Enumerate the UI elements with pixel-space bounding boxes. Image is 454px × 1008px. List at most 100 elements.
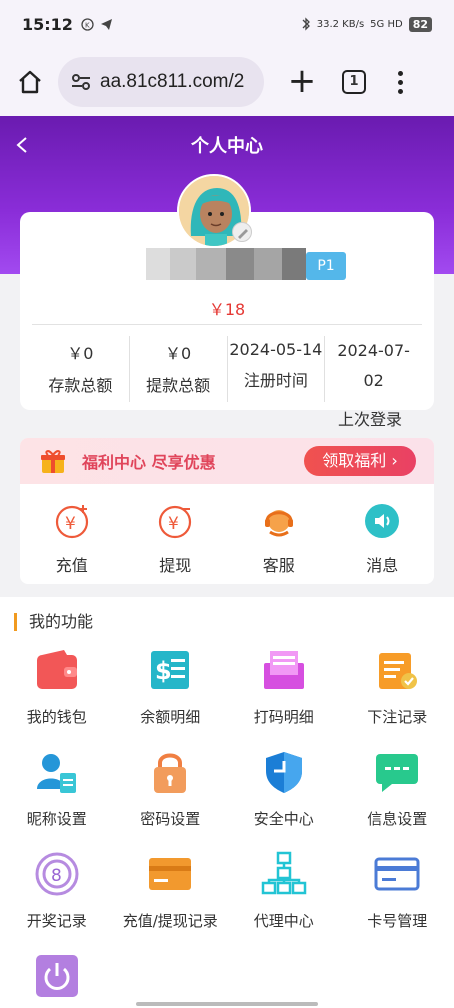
account-balance: ￥18 — [208, 300, 246, 319]
func-agent-center[interactable]: 代理中心 — [230, 851, 337, 930]
my-functions-section: 我的功能 我的钱包 $ 余额明细 打码明细 下注记录 昵称设置 密码设置 安全中… — [0, 597, 454, 1008]
section-title: 我的功能 — [14, 613, 93, 631]
tab-switcher-button[interactable]: 1 — [342, 70, 366, 94]
func-label: 信息设置 — [367, 810, 428, 828]
status-notification-icons: K — [81, 17, 113, 31]
power-icon — [35, 955, 78, 997]
url-text: aa.81c811.com/2 — [100, 71, 245, 92]
stat-deposit-total: ￥0 存款总额 — [32, 336, 130, 402]
bank-card-icon — [374, 857, 420, 891]
stat-value: ￥0 — [165, 344, 192, 363]
svg-text:¥: ¥ — [65, 514, 76, 534]
func-lottery-record[interactable]: 8 开奖记录 — [3, 851, 110, 930]
func-security-center[interactable]: 安全中心 — [230, 749, 337, 828]
chat-icon — [376, 754, 419, 792]
func-label: 我的钱包 — [26, 708, 87, 726]
func-bet-code-detail[interactable]: 打码明细 — [230, 647, 337, 726]
svg-text:K: K — [85, 21, 90, 29]
shield-icon — [265, 752, 302, 793]
svg-text:8: 8 — [51, 866, 62, 886]
bet-record-icon — [379, 653, 418, 689]
withdraw-icon: ¥ — [159, 505, 192, 539]
func-wallet[interactable]: 我的钱包 — [3, 647, 110, 726]
quick-customer-service[interactable]: 客服 — [227, 502, 331, 576]
func-label: 密码设置 — [140, 810, 201, 828]
home-button[interactable] — [10, 62, 50, 102]
func-info-settings[interactable]: 信息设置 — [344, 749, 451, 828]
customer-service-icon — [264, 510, 293, 537]
func-label: 余额明细 — [140, 708, 201, 726]
vip-badge: P1 — [306, 252, 346, 280]
func-password-settings[interactable]: 密码设置 — [117, 749, 224, 828]
quick-label: 客服 — [262, 556, 295, 575]
func-label: 开奖记录 — [26, 912, 87, 930]
url-bar[interactable]: aa.81c811.com/2 — [58, 57, 264, 107]
deposit-icon: ¥ — [55, 505, 88, 539]
agent-tree-icon — [261, 851, 306, 895]
func-nickname-settings[interactable]: 昵称设置 — [3, 749, 110, 828]
func-label: 充值/提现记录 — [122, 912, 218, 930]
last-login-date-line1: 2024-07- — [337, 341, 410, 360]
stat-withdraw-total: ￥0 提款总额 — [130, 336, 228, 402]
functions-grid: 我的钱包 $ 余额明细 打码明细 下注记录 昵称设置 密码设置 安全中心 信息设… — [0, 647, 454, 1008]
bluetooth-icon — [302, 17, 310, 31]
browser-menu-button[interactable] — [396, 70, 404, 94]
stat-last-login: 2024-07- 02 — [325, 336, 422, 402]
func-bet-record[interactable]: 下注记录 — [344, 647, 451, 726]
copyright-icon: K — [81, 17, 94, 31]
site-settings-icon[interactable] — [70, 71, 92, 93]
account-stats: ￥0 存款总额 ￥0 提款总额 2024-05-14 注册时间 2024-07-… — [32, 336, 422, 402]
func-card-management[interactable]: 卡号管理 — [344, 851, 451, 930]
status-bar: 15:12 K 33.2 KB/s 5G HD 82 — [0, 0, 454, 48]
page-title: 个人中心 — [191, 136, 263, 157]
welfare-text: 福利中心 尽享优惠 — [82, 453, 216, 472]
username-pixelated — [146, 248, 306, 280]
func-balance-detail[interactable]: $ 余额明细 — [117, 647, 224, 726]
quick-label: 充值 — [55, 556, 88, 575]
func-label: 昵称设置 — [26, 810, 87, 828]
balance-detail-icon: $ — [151, 651, 190, 689]
network-type: 5G HD — [370, 18, 403, 30]
bet-code-icon — [263, 651, 304, 689]
svg-text:$: $ — [155, 657, 172, 685]
quick-withdraw[interactable]: ¥ 提现 — [124, 502, 228, 576]
wallet-icon — [36, 650, 77, 689]
quick-message[interactable]: 消息 — [331, 502, 435, 576]
quick-deposit[interactable]: ¥ 充值 — [20, 502, 124, 576]
divider — [32, 324, 422, 325]
browser-toolbar: aa.81c811.com/2 + 1 — [0, 48, 454, 116]
lottery-icon: 8 — [35, 852, 79, 896]
stat-value: 2024-05-14 — [229, 340, 323, 359]
stat-label: 存款总额 — [48, 376, 113, 395]
status-time: 15:12 — [22, 14, 73, 34]
network-speed: 33.2 KB/s — [316, 18, 365, 30]
func-label: 打码明细 — [253, 708, 314, 726]
func-label: 下注记录 — [367, 708, 428, 726]
stat-label: 注册时间 — [243, 371, 308, 390]
telegram-icon — [100, 18, 112, 30]
edit-avatar-icon[interactable] — [232, 222, 252, 242]
home-icon — [19, 70, 41, 94]
last-login-date-line2: 02 — [363, 371, 384, 390]
welfare-banner[interactable]: 福利中心 尽享优惠 领取福利 › — [20, 438, 434, 484]
battery-level: 82 — [408, 16, 432, 32]
status-right: 33.2 KB/s 5G HD 82 — [301, 16, 432, 32]
lock-icon — [154, 753, 187, 793]
claim-welfare-button[interactable]: 领取福利 › — [304, 446, 416, 476]
card-record-icon — [149, 858, 192, 890]
stat-label: 提款总额 — [146, 376, 211, 395]
func-logout[interactable] — [3, 953, 110, 1008]
stat-value: ￥0 — [67, 344, 94, 363]
stat-register-time: 2024-05-14 注册时间 — [228, 336, 326, 402]
last-login-label: 上次登录 — [338, 410, 403, 429]
gesture-bar[interactable] — [136, 1002, 318, 1006]
new-tab-button[interactable]: + — [282, 62, 322, 102]
func-deposit-withdraw-record[interactable]: 充值/提现记录 — [117, 851, 224, 930]
func-label: 卡号管理 — [367, 912, 428, 930]
quick-actions: ¥ 充值 ¥ 提现 客服 消息 — [20, 484, 434, 576]
svg-text:¥: ¥ — [168, 514, 179, 534]
welfare-section: 福利中心 尽享优惠 领取福利 › ¥ 充值 ¥ 提现 客服 消息 — [20, 438, 434, 584]
gift-icon — [41, 450, 65, 473]
nickname-icon — [36, 754, 76, 793]
func-label: 代理中心 — [253, 912, 314, 930]
